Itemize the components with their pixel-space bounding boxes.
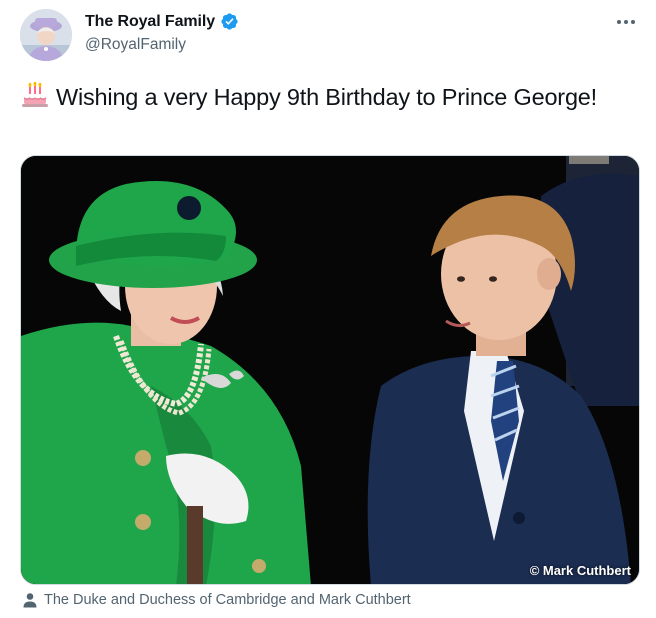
cake-icon bbox=[20, 79, 50, 117]
more-dot-icon bbox=[617, 20, 621, 24]
tagged-people[interactable]: The Duke and Duchess of Cambridge and Ma… bbox=[22, 592, 411, 608]
verified-badge-icon bbox=[220, 12, 239, 31]
person-icon bbox=[22, 592, 38, 608]
author-display-name[interactable]: The Royal Family bbox=[85, 13, 215, 31]
more-options-button[interactable] bbox=[610, 8, 642, 36]
tweet-photo[interactable]: © Mark Cuthbert bbox=[20, 155, 640, 585]
tweet-body-text: Wishing a very Happy 9th Birthday to Pri… bbox=[56, 84, 598, 110]
author-avatar[interactable] bbox=[20, 9, 72, 61]
more-dot-icon bbox=[631, 20, 635, 24]
more-dot-icon bbox=[624, 20, 628, 24]
tagged-people-label[interactable]: The Duke and Duchess of Cambridge and Ma… bbox=[44, 592, 411, 608]
tweet-text: Wishing a very Happy 9th Birthday to Pri… bbox=[20, 79, 620, 117]
tweet-card[interactable]: The Royal Family @RoyalFamily Wishing a … bbox=[0, 0, 656, 618]
author-handle[interactable]: @RoyalFamily bbox=[85, 36, 186, 54]
photo-credit: © Mark Cuthbert bbox=[529, 563, 631, 578]
